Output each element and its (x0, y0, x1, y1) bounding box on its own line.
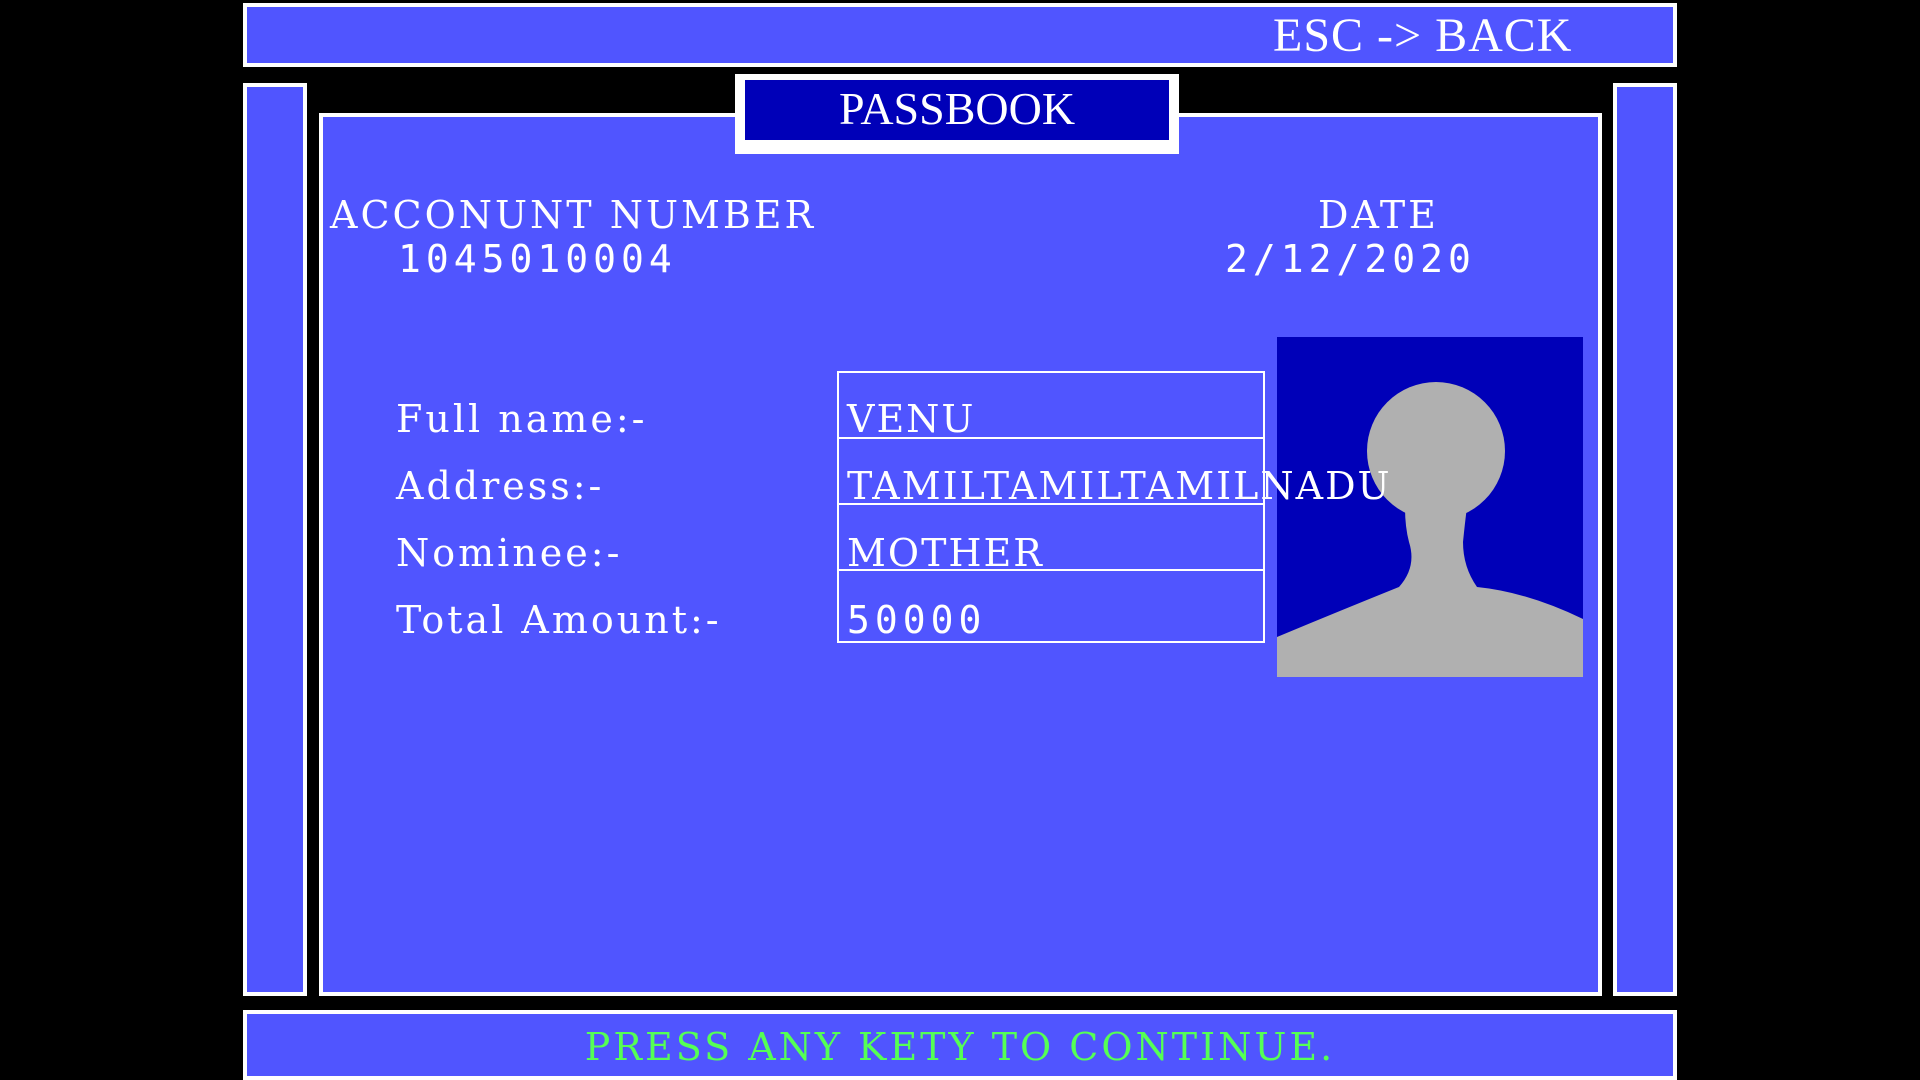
page-title: PASSBOOK (838, 83, 1076, 134)
nominee-label: Nominee:- (396, 531, 623, 575)
full-name-value: VENU (847, 397, 976, 441)
account-number-label: ACCONUNT NUMBER (330, 193, 817, 237)
address-value: TAMILTAMILTAMILNADU (847, 464, 1392, 508)
date-value: 2/12/2020 (1225, 237, 1476, 281)
continue-prompt[interactable]: PRESS ANY KETY TO CONTINUE. (243, 1028, 1677, 1066)
total-amount-value: 50000 (847, 598, 987, 642)
date-label: DATE (1318, 193, 1439, 237)
passbook-screen: ESC -> BACK PASSBOOK ACCONUNT NUMBER 104… (240, 0, 1680, 1080)
total-amount-label: Total Amount:- (396, 598, 722, 642)
nominee-value: MOTHER (847, 531, 1044, 575)
address-label: Address:- (396, 464, 605, 508)
esc-back-hint[interactable]: ESC -> BACK (1273, 12, 1572, 60)
account-number-value: 1045010004 (398, 237, 677, 281)
left-pillar (243, 83, 307, 996)
full-name-label: Full name:- (396, 397, 648, 441)
right-pillar (1613, 83, 1677, 996)
